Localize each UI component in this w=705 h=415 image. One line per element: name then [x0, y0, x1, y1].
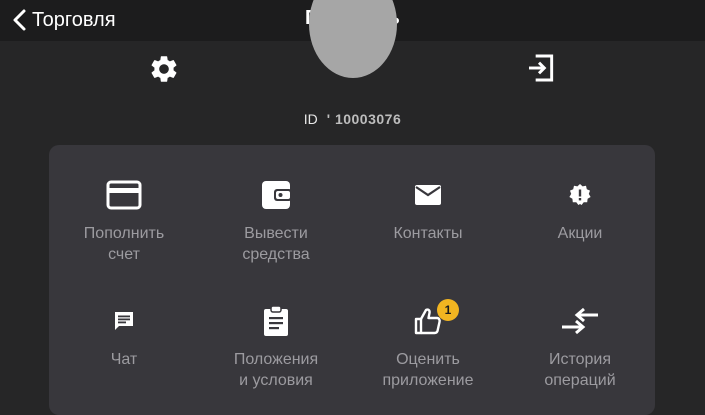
credit-card-icon: [106, 177, 142, 213]
thumbs-up-icon: 1: [413, 299, 459, 339]
chat-icon: [113, 303, 135, 339]
menu-label: Вывести средства: [242, 225, 310, 263]
menu-label: Чат: [110, 351, 138, 368]
menu-label: Оценить приложение: [382, 351, 474, 389]
chat-button[interactable]: Чат: [49, 303, 199, 413]
history-button[interactable]: История операций: [505, 303, 655, 413]
menu-label: Положения и условия: [233, 351, 319, 389]
promo-badge-icon: [568, 177, 592, 213]
transfer-arrows-icon: [561, 303, 599, 339]
settings-button[interactable]: [147, 52, 181, 86]
gear-icon: [151, 56, 177, 82]
notification-badge: 1: [437, 299, 459, 321]
clipboard-icon: [262, 303, 290, 339]
mail-icon: [414, 177, 442, 213]
id-value: ' 10003076: [326, 111, 402, 127]
account-id: ID ' 10003076: [0, 111, 705, 127]
rate-app-button[interactable]: 1 Оценить приложение: [353, 299, 503, 413]
menu-label: Акции: [557, 225, 603, 242]
promotions-button[interactable]: Акции: [505, 177, 655, 287]
contacts-button[interactable]: Контакты: [353, 177, 503, 287]
menu-label: Контакты: [393, 225, 463, 242]
menu-label: Пополнить счет: [83, 225, 165, 263]
withdraw-button[interactable]: Вывести средства: [201, 177, 351, 287]
menu-panel: Пополнить счет Вывести средства Контакты: [49, 145, 655, 415]
id-label: ID: [303, 111, 318, 127]
deposit-button[interactable]: Пополнить счет: [49, 177, 199, 287]
menu-label: История операций: [544, 351, 616, 389]
wallet-icon: [260, 177, 292, 213]
logout-button[interactable]: [524, 51, 558, 85]
terms-button[interactable]: Положения и условия: [201, 303, 351, 413]
logout-icon: [529, 54, 554, 82]
avatar[interactable]: [309, 0, 397, 78]
